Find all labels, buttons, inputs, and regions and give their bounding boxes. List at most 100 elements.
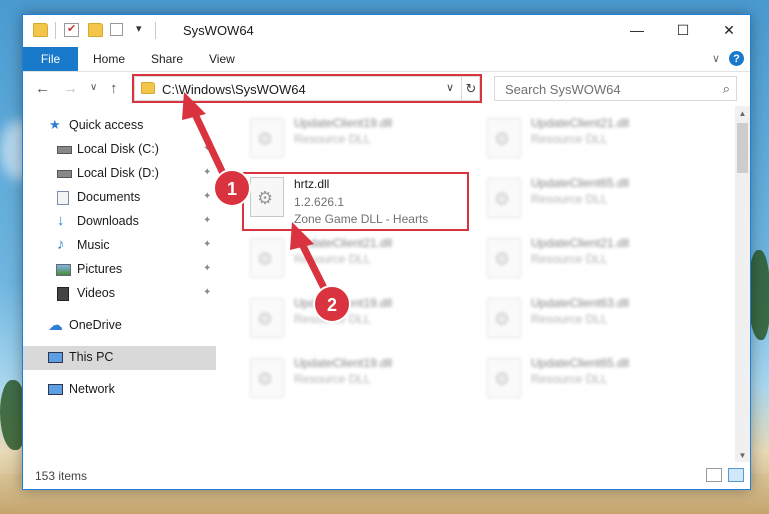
file-highlight-box — [242, 172, 469, 231]
navigation-pane: ★ Quick access Local Disk (C:) ✦ Local D… — [23, 106, 216, 462]
sidebar-item-local-disk-c[interactable]: Local Disk (C:) ✦ — [23, 138, 216, 162]
file-item[interactable]: UpdateClient21.dll Resource DLL — [242, 234, 472, 292]
pin-icon[interactable]: ✦ — [203, 239, 211, 250]
sidebar-item-local-disk-d[interactable]: Local Disk (D:) ✦ — [23, 162, 216, 186]
tab-view[interactable]: View — [209, 52, 235, 66]
file-name: UpdateClient21.dll — [294, 236, 393, 250]
file-name: UpdateClient19.dll — [294, 356, 393, 370]
large-icons-view-icon[interactable] — [728, 468, 744, 482]
file-item[interactable]: UpdateClient19.dll Resource DLL — [242, 294, 472, 352]
tab-share[interactable]: Share — [151, 52, 183, 66]
sidebar-item-label: OneDrive — [69, 318, 122, 332]
ribbon-tabs: File Home Share View ∨ ? — [23, 47, 750, 71]
customize-toolbar-icon[interactable] — [110, 23, 123, 36]
sidebar-item-videos[interactable]: Videos ✦ — [23, 282, 216, 306]
address-highlight-box — [132, 74, 482, 103]
file-name: UpdateClient65.dll — [531, 176, 630, 190]
drive-icon — [57, 170, 72, 178]
sidebar-item-downloads[interactable]: ↓ Downloads ✦ — [23, 210, 216, 234]
new-folder-icon[interactable] — [88, 23, 103, 37]
sidebar-item-label: Network — [69, 382, 115, 396]
forward-button[interactable]: → — [63, 80, 78, 97]
back-button[interactable]: ← — [35, 80, 50, 97]
explorer-window: ▾ SysWOW64 — ☐ ✕ File Home Share View ∨ … — [22, 14, 751, 490]
network-icon — [48, 384, 63, 395]
file-name: UpdateClient19.dll — [294, 116, 393, 130]
sidebar-item-label: Videos — [77, 286, 115, 300]
sidebar-item-label: Quick access — [69, 118, 144, 132]
maximize-button[interactable]: ☐ — [660, 15, 706, 45]
dll-file-icon — [250, 358, 284, 398]
pin-icon[interactable]: ✦ — [203, 263, 211, 274]
pin-icon[interactable]: ✦ — [203, 287, 211, 298]
pin-icon[interactable]: ✦ — [203, 191, 211, 202]
details-view-icon[interactable] — [706, 468, 722, 482]
file-name: UpdateClient21.dll — [531, 236, 630, 250]
pin-icon[interactable]: ✦ — [203, 143, 211, 154]
scroll-thumb[interactable] — [737, 123, 748, 173]
file-name: UpdateClient63.dll — [531, 296, 630, 310]
properties-icon[interactable] — [64, 22, 79, 37]
videos-icon — [57, 287, 69, 301]
file-list: UpdateClient19.dll Resource DLL hrtz.dll… — [216, 106, 735, 462]
folder-icon — [33, 23, 48, 37]
close-button[interactable]: ✕ — [706, 15, 752, 45]
divider — [55, 22, 56, 39]
file-item[interactable]: UpdateClient21.dll Resource DLL — [479, 114, 709, 172]
item-count: 153 items — [35, 469, 88, 483]
sidebar-item-onedrive[interactable]: ☁ OneDrive — [23, 314, 216, 338]
title-bar: ▾ SysWOW64 — ☐ ✕ — [23, 15, 750, 47]
recent-locations-button[interactable]: ∨ — [90, 82, 97, 93]
file-item[interactable]: UpdateClient63.dll Resource DLL — [479, 294, 709, 352]
file-type: Resource DLL — [531, 132, 608, 146]
help-icon[interactable]: ? — [729, 51, 744, 66]
sidebar-item-documents[interactable]: Documents ✦ — [23, 186, 216, 210]
sidebar-item-label: Pictures — [77, 262, 123, 276]
sidebar-item-label: Local Disk (D:) — [77, 166, 159, 180]
sidebar-item-label: This PC — [69, 350, 114, 364]
chevron-down-icon[interactable]: ▾ — [136, 22, 151, 36]
search-icon[interactable]: ⌕ — [723, 81, 730, 97]
search-input[interactable]: Search SysWOW64 ⌕ — [494, 76, 737, 101]
file-type: Resource DLL — [294, 372, 371, 386]
tab-file[interactable]: File — [23, 47, 78, 71]
window-title: SysWOW64 — [183, 23, 254, 38]
navigation-bar: ← → ∨ ↑ C:\Windows\SysWOW64 ∨ ↻ Search S… — [23, 71, 750, 105]
file-type: Resource DLL — [294, 312, 371, 326]
file-item[interactable]: UpdateClient65.dll Resource DLL — [479, 174, 709, 232]
file-item[interactable]: UpdateClient65.dll Resource DLL — [479, 354, 709, 412]
download-icon: ↓ — [57, 212, 65, 229]
dll-file-icon — [250, 118, 284, 158]
file-type: Resource DLL — [294, 252, 371, 266]
file-item[interactable]: UpdateClient21.dll Resource DLL — [479, 234, 709, 292]
tab-home[interactable]: Home — [93, 52, 125, 66]
sidebar-item-pictures[interactable]: Pictures ✦ — [23, 258, 216, 282]
minimize-button[interactable]: — — [614, 15, 660, 45]
sidebar-item-network[interactable]: Network — [23, 378, 216, 402]
expand-ribbon-icon[interactable]: ∨ — [712, 52, 720, 65]
dll-file-icon — [487, 298, 521, 338]
sidebar-item-label: Local Disk (C:) — [77, 142, 159, 156]
scroll-up-icon[interactable]: ▲ — [735, 106, 750, 120]
pictures-icon — [56, 264, 71, 276]
sidebar-item-this-pc[interactable]: This PC — [23, 346, 216, 370]
vertical-scrollbar[interactable]: ▲ ▼ — [735, 106, 750, 462]
pin-icon[interactable]: ✦ — [203, 215, 211, 226]
up-button[interactable]: ↑ — [110, 80, 118, 97]
sidebar-item-quick-access[interactable]: ★ Quick access — [23, 114, 216, 138]
divider — [155, 22, 156, 39]
dll-file-icon — [250, 298, 284, 338]
background-palm — [748, 250, 769, 340]
dll-file-icon — [487, 358, 521, 398]
scroll-down-icon[interactable]: ▼ — [735, 448, 750, 462]
search-placeholder: Search SysWOW64 — [505, 82, 621, 97]
file-type: Resource DLL — [294, 132, 371, 146]
file-type: Resource DLL — [531, 312, 608, 326]
pin-icon[interactable]: ✦ — [203, 167, 211, 178]
star-icon: ★ — [49, 117, 61, 132]
sidebar-item-music[interactable]: ♪ Music ✦ — [23, 234, 216, 258]
file-name: UpdateClient65.dll — [531, 356, 630, 370]
file-item[interactable]: UpdateClient19.dll Resource DLL — [242, 114, 472, 172]
dll-file-icon — [487, 178, 521, 218]
file-item[interactable]: UpdateClient19.dll Resource DLL — [242, 354, 472, 412]
